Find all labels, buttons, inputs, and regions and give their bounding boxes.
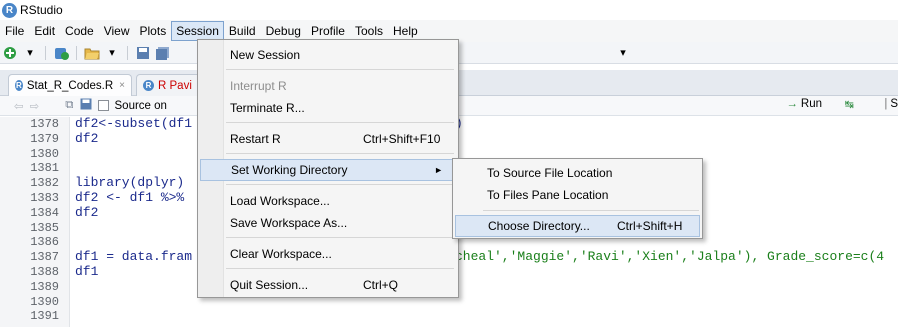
menu-item-save-workspace-as[interactable]: Save Workspace As... bbox=[200, 212, 456, 234]
line-number: 1391 bbox=[30, 309, 59, 324]
line-number: 1386 bbox=[30, 235, 59, 250]
line-number: 1387 bbox=[30, 250, 59, 265]
save-icon[interactable] bbox=[80, 98, 92, 113]
run-button[interactable]: → Run bbox=[786, 98, 822, 110]
save-icon[interactable] bbox=[135, 45, 151, 61]
line-number: 1383 bbox=[30, 190, 59, 205]
menu-item-clear-workspace[interactable]: Clear Workspace... bbox=[200, 243, 456, 265]
new-file-icon[interactable] bbox=[2, 45, 18, 61]
menu-build[interactable]: Build bbox=[224, 21, 261, 41]
close-icon[interactable]: × bbox=[119, 80, 125, 91]
submenu-item-to-source-file-location[interactable]: To Source File Location bbox=[455, 162, 700, 184]
line-number: 1378 bbox=[30, 117, 59, 131]
line-number: 1390 bbox=[30, 294, 59, 309]
menu-profile[interactable]: Profile bbox=[306, 21, 350, 41]
line-number: 1381 bbox=[30, 161, 59, 176]
menu-tools[interactable]: Tools bbox=[350, 21, 388, 41]
dropdown-arrow-icon[interactable]: ▾ bbox=[615, 45, 631, 61]
source-on-save-label: Source on bbox=[114, 99, 167, 112]
tab-stat-r-codes[interactable]: R Stat_R_Codes.R × bbox=[8, 74, 132, 96]
line-number: 1389 bbox=[30, 279, 59, 294]
new-project-icon[interactable] bbox=[53, 45, 69, 61]
tab-label: R Pavi bbox=[158, 79, 192, 92]
tab-label: Stat_R_Codes.R bbox=[26, 79, 114, 92]
menu-separator bbox=[226, 153, 454, 154]
menu-item-terminate-r[interactable]: Terminate R... bbox=[200, 97, 456, 119]
menu-item-load-workspace[interactable]: Load Workspace... bbox=[200, 190, 456, 212]
source-on-save-checkbox[interactable] bbox=[97, 100, 109, 111]
forward-arrow-icon[interactable]: ⇨ bbox=[30, 99, 40, 113]
menu-separator bbox=[226, 122, 454, 123]
run-arrow-icon: → bbox=[786, 98, 798, 110]
menu-help[interactable]: Help bbox=[388, 21, 423, 41]
title-bar: R RStudio bbox=[0, 0, 898, 20]
line-number: 1379 bbox=[30, 131, 59, 146]
menu-code[interactable]: Code bbox=[60, 21, 99, 41]
line-number: 1388 bbox=[30, 264, 59, 279]
r-file-icon: R bbox=[143, 80, 154, 91]
menu-debug[interactable]: Debug bbox=[261, 21, 306, 41]
menu-item-new-session[interactable]: New Session bbox=[200, 44, 456, 66]
source-button[interactable]: | S bbox=[884, 98, 898, 110]
menu-separator bbox=[483, 210, 699, 211]
menu-edit[interactable]: Edit bbox=[29, 21, 60, 41]
menu-item-quit-session[interactable]: Quit Session... Ctrl+Q bbox=[200, 274, 456, 296]
line-number: 1380 bbox=[30, 146, 59, 161]
rerun-icon[interactable]: ↹ bbox=[845, 98, 854, 111]
menu-separator bbox=[226, 184, 454, 185]
menu-plots[interactable]: Plots bbox=[135, 21, 172, 41]
menu-session[interactable]: Session bbox=[171, 21, 224, 41]
menu-item-interrupt-r[interactable]: Interrupt R bbox=[200, 75, 456, 97]
session-menu-dropdown: New Session Interrupt R Terminate R... R… bbox=[197, 39, 459, 298]
line-number-gutter: 1378 1379 1380 1381 1382 1383 1384 1385 … bbox=[0, 117, 70, 327]
dropdown-arrow-icon[interactable]: ▾ bbox=[22, 45, 38, 61]
submenu-item-to-files-pane-location[interactable]: To Files Pane Location bbox=[455, 184, 700, 206]
code-line[interactable] bbox=[75, 309, 898, 324]
r-file-icon: R bbox=[15, 80, 23, 91]
menu-separator bbox=[226, 268, 454, 269]
run-label: Run bbox=[800, 98, 822, 110]
line-number: 1382 bbox=[30, 176, 59, 191]
menu-item-restart-r[interactable]: Restart R Ctrl+Shift+F10 bbox=[200, 128, 456, 150]
tab-r-pavi[interactable]: R R Pavi bbox=[136, 74, 206, 96]
working-directory-submenu: To Source File Location To Files Pane Lo… bbox=[452, 158, 703, 239]
back-arrow-icon[interactable]: ⇦ bbox=[14, 99, 24, 113]
rstudio-logo-icon: R bbox=[2, 2, 17, 18]
open-file-icon[interactable] bbox=[84, 45, 100, 61]
dropdown-arrow-icon[interactable]: ▾ bbox=[104, 45, 120, 61]
menu-item-set-working-directory[interactable]: Set Working Directory ► bbox=[200, 159, 456, 181]
save-all-icon[interactable] bbox=[155, 45, 171, 61]
menu-file[interactable]: File bbox=[0, 21, 29, 41]
toolbar-divider bbox=[45, 45, 46, 60]
toolbar-divider bbox=[127, 45, 128, 60]
show-in-window-icon[interactable]: ⧉ bbox=[65, 99, 73, 112]
submenu-item-choose-directory[interactable]: Choose Directory... Ctrl+Shift+H bbox=[455, 215, 700, 237]
toolbar-divider bbox=[76, 45, 77, 60]
menu-view[interactable]: View bbox=[99, 21, 135, 41]
menu-separator bbox=[226, 237, 454, 238]
window-title: RStudio bbox=[20, 3, 63, 17]
line-number: 1385 bbox=[30, 220, 59, 235]
source-icon: | bbox=[884, 98, 888, 110]
menu-separator bbox=[226, 69, 454, 70]
source-label: S bbox=[890, 98, 898, 110]
line-number: 1384 bbox=[30, 205, 59, 220]
submenu-arrow-icon: ► bbox=[434, 165, 443, 175]
